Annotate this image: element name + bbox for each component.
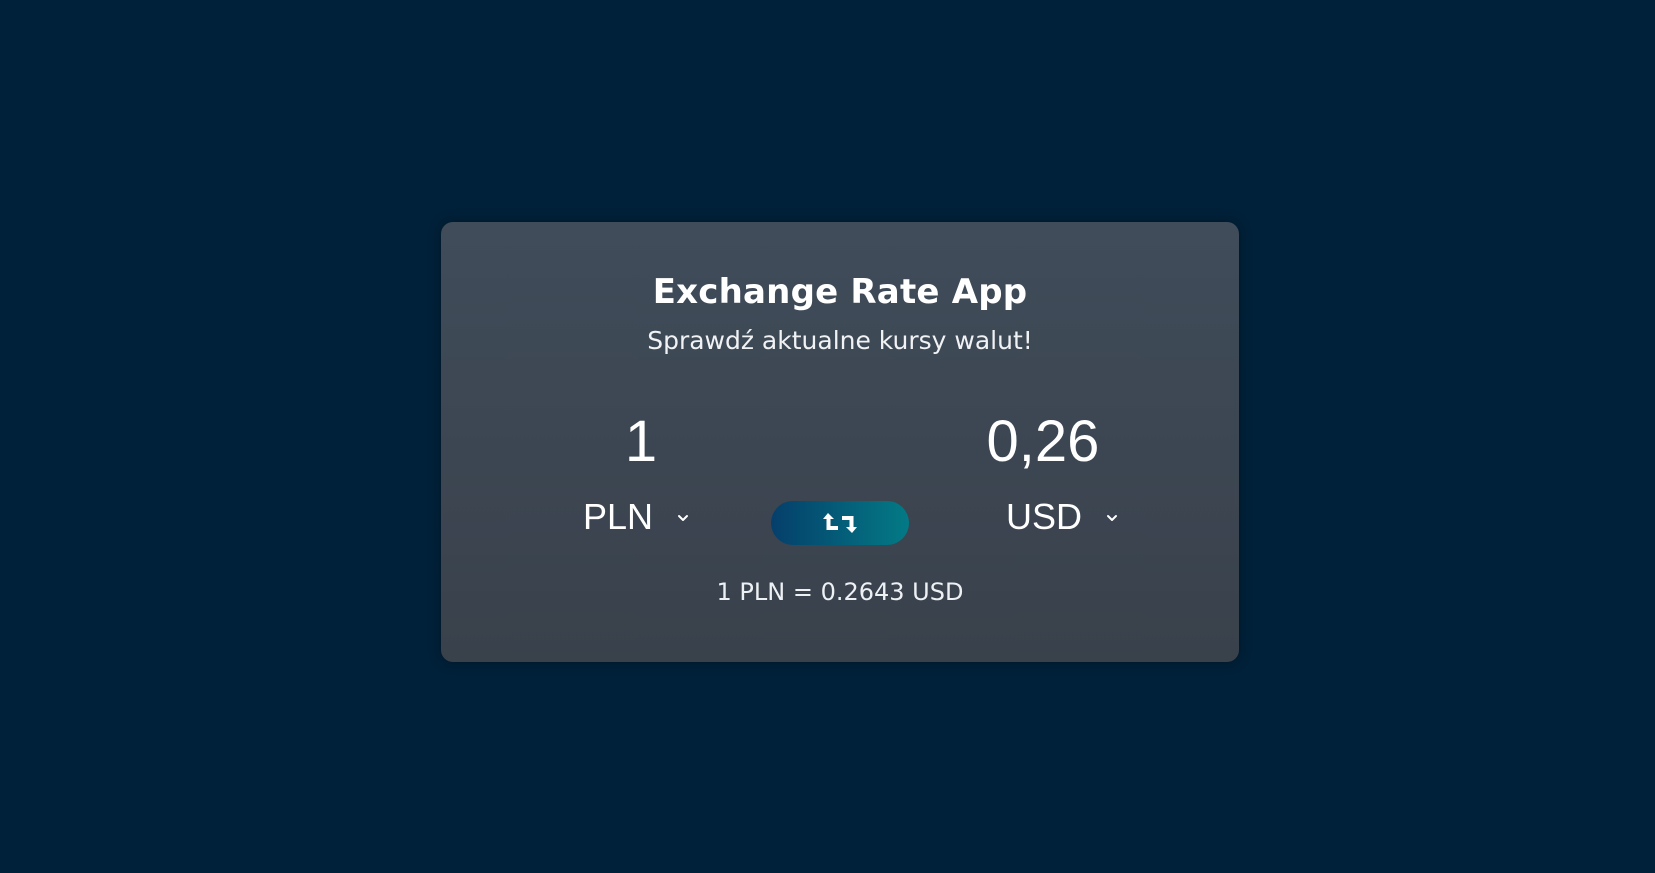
chevron-down-icon [1107, 515, 1118, 521]
from-currency-select[interactable]: PLN [583, 492, 691, 542]
converter-card: Exchange Rate App Sprawdź aktualne kursy… [441, 222, 1239, 662]
swap-arrows-icon [823, 513, 857, 533]
from-currency-label: PLN [583, 496, 654, 537]
from-amount-input[interactable] [521, 407, 761, 477]
to-currency-label: USD [1006, 496, 1083, 537]
chevron-down-icon [678, 515, 689, 521]
to-amount-input[interactable] [923, 407, 1163, 477]
to-currency-select[interactable]: USD [1006, 492, 1120, 542]
app-title: Exchange Rate App [652, 272, 1028, 312]
exchange-rate-text: 1 PLN = 0.2643 USD [716, 578, 964, 606]
app-subtitle: Sprawdź aktualne kursy walut! [647, 326, 1033, 355]
swap-currencies-button[interactable] [771, 501, 909, 545]
